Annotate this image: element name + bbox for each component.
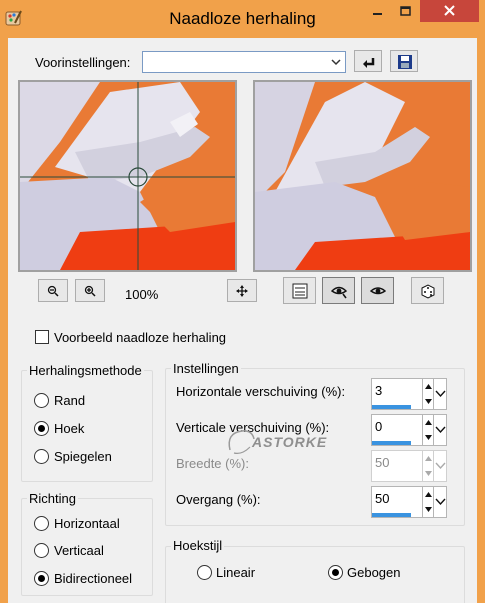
title-bar: Naadloze herhaling <box>0 0 485 38</box>
radio-rand-label: Rand <box>54 393 86 408</box>
radio-lineair[interactable] <box>197 565 212 580</box>
horizontal-offset-value: 3 <box>375 383 383 398</box>
svg-text:ASTORKE: ASTORKE <box>251 434 327 450</box>
chevron-down-icon <box>435 462 446 470</box>
vertical-offset-input[interactable]: 0 <box>371 414 423 446</box>
transition-spinner[interactable]: 50 <box>371 486 447 518</box>
randomize-button[interactable] <box>411 277 444 304</box>
tiling-method-title: Herhalingsmethode <box>27 363 144 378</box>
vertical-offset-value: 0 <box>375 419 383 434</box>
seamless-preview-label: Voorbeeld naadloze herhaling <box>54 330 227 345</box>
radio-bidirectioneel[interactable] <box>34 571 49 586</box>
transition-arrows[interactable] <box>423 486 434 518</box>
vertical-offset-dropdown[interactable] <box>434 414 447 446</box>
zoom-in-button[interactable] <box>75 279 105 302</box>
horizontal-offset-label: Horizontale verschuiving (%): <box>176 384 346 399</box>
minimize-icon <box>373 13 382 15</box>
vertical-offset-spinner[interactable]: 0 <box>371 414 447 446</box>
width-dropdown <box>434 450 447 482</box>
horizontal-offset-arrows[interactable] <box>423 378 434 410</box>
close-button[interactable] <box>420 0 479 22</box>
transition-value: 50 <box>375 491 390 506</box>
window-frame-right <box>477 38 485 603</box>
result-preview-image <box>255 82 470 270</box>
astorke-watermark-logo: ASTORKE <box>228 430 327 454</box>
vertical-offset-arrows[interactable] <box>423 414 434 446</box>
radio-verticaal[interactable] <box>34 543 49 558</box>
reset-defaults-button[interactable] <box>354 50 382 72</box>
eye-refresh-icon <box>331 286 347 299</box>
astorke-watermark: ASTORKE <box>222 425 327 460</box>
corner-style-title: Hoekstijl <box>171 538 225 553</box>
presets-dropdown[interactable] <box>142 51 346 73</box>
width-value: 50 <box>375 455 390 470</box>
presets-label: Voorinstellingen: <box>35 55 131 70</box>
zoom-level: 100% <box>125 287 159 302</box>
transition-slider[interactable] <box>372 513 411 517</box>
width-arrows <box>423 450 434 482</box>
seamless-preview-checkbox[interactable] <box>35 330 49 344</box>
preview-window-icon <box>292 283 308 299</box>
zoom-out-button[interactable] <box>38 279 68 302</box>
auto-proof-button[interactable] <box>361 277 394 304</box>
move-arrows-icon <box>236 285 248 297</box>
zoom-out-icon <box>47 285 59 297</box>
width-input: 50 <box>371 450 423 482</box>
maximize-icon <box>400 6 411 16</box>
proof-button[interactable] <box>322 277 355 304</box>
radio-lineair-label: Lineair <box>216 565 256 580</box>
source-preview-image <box>20 82 235 270</box>
dice-icon <box>421 284 435 299</box>
radio-verticaal-label: Verticaal <box>54 543 104 558</box>
radio-gebogen-label: Gebogen <box>347 565 401 580</box>
transition-label: Overgang (%): <box>176 492 261 507</box>
chevron-down-icon <box>435 426 446 434</box>
eye-icon <box>370 287 386 295</box>
zoom-in-icon <box>84 285 96 297</box>
radio-gebogen[interactable] <box>328 565 343 580</box>
save-preset-button[interactable] <box>390 50 418 72</box>
settings-title: Instellingen <box>171 361 241 376</box>
pan-button[interactable] <box>227 279 257 302</box>
transition-input[interactable]: 50 <box>371 486 423 518</box>
direction-title: Richting <box>27 491 78 506</box>
radio-spiegelen[interactable] <box>34 449 49 464</box>
undo-arrow-icon <box>363 58 375 68</box>
chevron-down-icon <box>331 59 341 66</box>
radio-hoek[interactable] <box>34 421 49 436</box>
minimize-button[interactable] <box>364 0 391 22</box>
horizontal-offset-spinner[interactable]: 3 <box>371 378 447 410</box>
floppy-disk-icon <box>398 55 412 69</box>
window-frame-left <box>0 38 8 603</box>
radio-hoek-label: Hoek <box>54 421 85 436</box>
horizontal-offset-input[interactable]: 3 <box>371 378 423 410</box>
close-icon <box>444 5 455 16</box>
radio-spiegelen-label: Spiegelen <box>54 449 112 464</box>
radio-horizontaal-label: Horizontaal <box>54 516 120 531</box>
radio-rand[interactable] <box>34 393 49 408</box>
transition-dropdown[interactable] <box>434 486 447 518</box>
chevron-down-icon <box>435 390 446 398</box>
width-spinner: 50 <box>371 450 447 482</box>
show-preview-button[interactable] <box>283 277 316 304</box>
radio-bidirectioneel-label: Bidirectioneel <box>54 571 133 586</box>
maximize-button[interactable] <box>392 0 419 22</box>
source-preview[interactable] <box>18 80 237 272</box>
chevron-down-icon <box>435 498 446 506</box>
spin-up-down-icon <box>425 384 432 404</box>
result-preview <box>253 80 472 272</box>
vertical-offset-slider[interactable] <box>372 441 411 445</box>
spin-up-down-icon <box>425 492 432 512</box>
spin-up-down-icon <box>425 420 432 440</box>
horizontal-offset-slider[interactable] <box>372 405 411 409</box>
horizontal-offset-dropdown[interactable] <box>434 378 447 410</box>
radio-horizontaal[interactable] <box>34 516 49 531</box>
spin-up-down-icon <box>425 456 432 476</box>
